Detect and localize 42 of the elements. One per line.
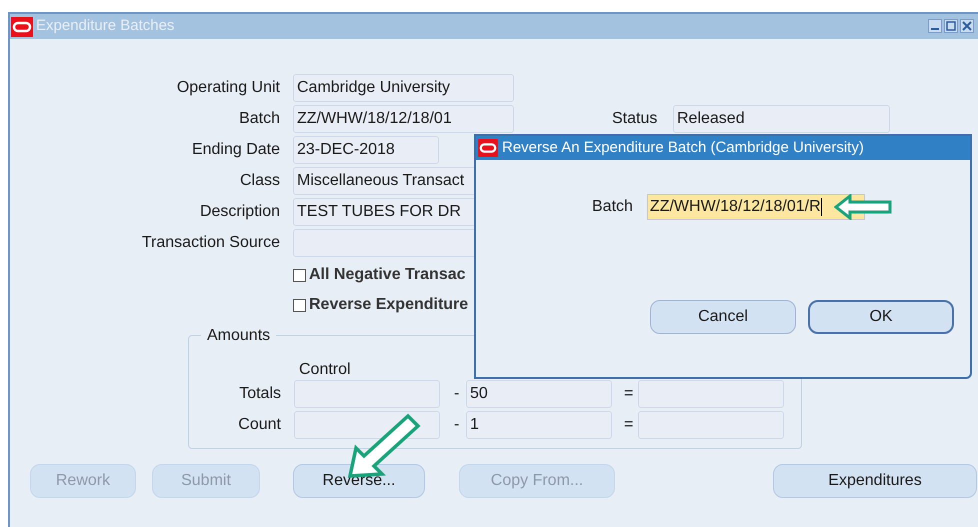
close-icon[interactable]: [960, 19, 974, 33]
amount-field[interactable]: 50: [466, 380, 612, 408]
equals-sign: =: [624, 384, 634, 404]
text-field[interactable]: Cambridge University: [293, 74, 514, 102]
field-label: Description: [198, 202, 280, 222]
logo-icon: [11, 16, 33, 36]
logo-icon: [478, 139, 498, 157]
amount-field[interactable]: [294, 380, 440, 408]
minus-sign: -: [454, 415, 460, 435]
window-title: Expenditure Batches: [36, 16, 174, 36]
text-cursor: [820, 198, 822, 216]
minimize-icon[interactable]: [928, 19, 942, 33]
dialog-button[interactable]: OK: [808, 300, 954, 334]
maximize-icon[interactable]: [944, 19, 958, 33]
field-label: Batch: [238, 109, 280, 129]
action-button[interactable]: Reverse...: [293, 464, 425, 498]
amount-field[interactable]: [638, 380, 784, 408]
field-label: Class: [238, 171, 280, 191]
row-label: Count: [237, 415, 281, 435]
pointer-arrow: [834, 194, 892, 220]
text-field[interactable]: 23-DEC-2018: [293, 136, 439, 164]
field-label: Ending Date: [190, 140, 280, 160]
equals-sign: =: [624, 415, 634, 435]
column-header: Control: [299, 360, 352, 380]
checkbox[interactable]: [293, 298, 306, 312]
minus-sign: -: [454, 384, 460, 404]
dialog-button[interactable]: Cancel: [650, 300, 796, 334]
checkbox-label: Reverse Expenditure: [309, 295, 468, 315]
amount-field[interactable]: 1: [466, 411, 612, 439]
amount-field[interactable]: [638, 411, 784, 439]
row-label: Totals: [238, 384, 281, 404]
field-label: Operating Unit: [176, 78, 280, 98]
checkbox[interactable]: [293, 268, 306, 282]
text-field[interactable]: ZZ/WHW/18/12/18/01: [293, 105, 514, 133]
field-label: Status: [612, 109, 658, 129]
field-label: Transaction Source: [140, 233, 280, 253]
batch-field[interactable]: ZZ/WHW/18/12/18/01/R: [646, 194, 865, 220]
checkbox-label: All Negative Transac: [309, 265, 466, 285]
status-field[interactable]: Released: [673, 105, 890, 133]
dialog-title: Reverse An Expenditure Batch (Cambridge University): [502, 138, 864, 158]
action-button[interactable]: Expenditures: [773, 464, 977, 498]
field-label: Batch: [592, 197, 633, 217]
